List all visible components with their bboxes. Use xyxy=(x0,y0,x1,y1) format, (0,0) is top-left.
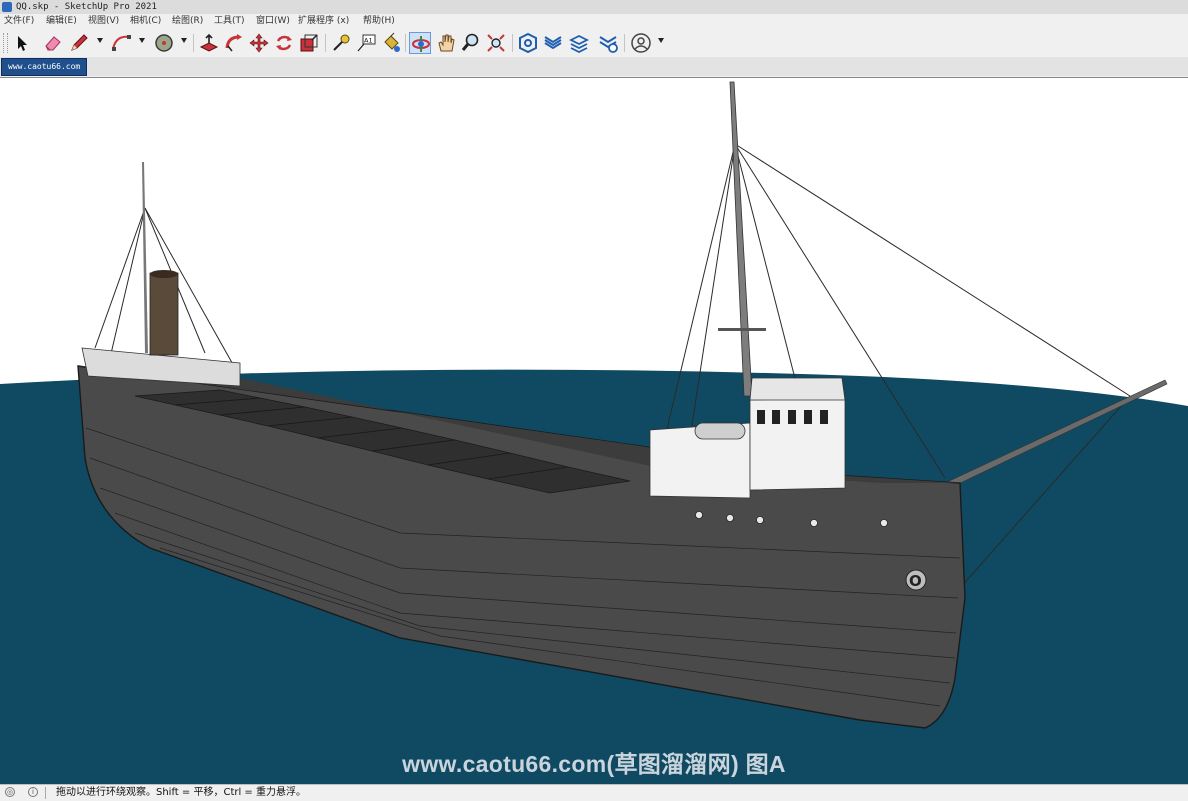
arc-tool-dropdown[interactable] xyxy=(139,38,145,43)
arrow-cursor-icon xyxy=(18,36,27,51)
tape-measure-icon xyxy=(333,34,350,51)
toolbar-separator xyxy=(405,34,406,52)
orbit-icon xyxy=(412,36,430,52)
text-tool[interactable]: A1 xyxy=(355,32,377,54)
status-bar: ◎ i 拖动以进行环绕观察。Shift = 平移，Ctrl = 重力悬浮。 xyxy=(0,784,1188,801)
arc-icon xyxy=(112,35,131,51)
eraser-tool[interactable] xyxy=(42,32,64,54)
account-tool[interactable] xyxy=(630,32,652,54)
pan-tool[interactable] xyxy=(435,32,457,54)
ship-model-scene: O xyxy=(0,81,1188,785)
zoom-extents-icon xyxy=(487,34,505,52)
layout-tool[interactable] xyxy=(568,32,590,54)
shape-tool-dropdown[interactable] xyxy=(181,38,187,43)
tape-measure-tool[interactable] xyxy=(330,32,352,54)
geo-location-icon[interactable]: ◎ xyxy=(5,787,15,797)
fore-mast xyxy=(729,81,753,397)
extension-manager-icon xyxy=(599,36,618,53)
hand-icon xyxy=(438,34,455,52)
menu-edit[interactable]: 编辑(E) xyxy=(46,14,77,29)
scene-tabs-bar: www.caotu66.com xyxy=(0,57,1188,76)
menu-camera[interactable]: 相机(C) xyxy=(130,14,161,29)
move-arrows-icon xyxy=(249,33,269,53)
menu-extensions[interactable]: 扩展程序 (x) xyxy=(298,14,349,29)
status-divider xyxy=(45,787,46,799)
warehouse-tool[interactable] xyxy=(517,32,539,54)
rotate-icon xyxy=(276,35,292,51)
zoom-extents-tool[interactable] xyxy=(485,32,507,54)
toolbar-separator xyxy=(512,34,513,52)
extension-warehouse-icon xyxy=(544,36,562,50)
scale-tool[interactable] xyxy=(298,32,320,54)
menu-help[interactable]: 帮助(H) xyxy=(363,14,395,29)
line-tool-dropdown[interactable] xyxy=(97,38,103,43)
arc-tool[interactable] xyxy=(110,32,132,54)
push-pull-icon xyxy=(199,33,219,52)
menu-bar: 文件(F) 编辑(E) 视图(V) 相机(C) 绘图(R) 工具(T) 窗口(W… xyxy=(0,14,1188,29)
sketchup-app-icon xyxy=(2,2,12,12)
toolbar-separator xyxy=(325,34,326,52)
eraser-icon xyxy=(45,36,61,51)
mast-yard xyxy=(718,328,766,331)
extension-manager-tool[interactable] xyxy=(597,32,619,54)
pencil-icon xyxy=(71,34,88,51)
move-tool[interactable] xyxy=(248,32,270,54)
circle-icon xyxy=(155,34,173,52)
select-tool[interactable] xyxy=(10,32,32,54)
3d-warehouse-icon xyxy=(519,32,537,54)
toolbar-separator xyxy=(624,34,625,52)
push-pull-tool[interactable] xyxy=(198,32,220,54)
shape-tool[interactable] xyxy=(153,32,175,54)
menu-draw[interactable]: 绘图(R) xyxy=(172,14,203,29)
orbit-tool[interactable] xyxy=(409,32,431,54)
smokestack-top xyxy=(150,270,178,278)
follow-me-icon xyxy=(225,34,242,52)
status-message: 拖动以进行环绕观察。Shift = 平移，Ctrl = 重力悬浮。 xyxy=(56,787,306,798)
zoom-tool[interactable] xyxy=(460,32,482,54)
line-tool[interactable] xyxy=(68,32,90,54)
toolbar-separator xyxy=(193,34,194,52)
title-bar: QQ.skp - SketchUp Pro 2021 xyxy=(0,0,1188,15)
main-toolbar: A1 xyxy=(0,29,1188,58)
scale-icon xyxy=(300,34,318,52)
user-account-icon xyxy=(631,33,651,53)
deck-tank xyxy=(694,422,746,440)
follow-me-tool[interactable] xyxy=(223,32,245,54)
text-tool-label: A1 xyxy=(364,37,373,45)
model-viewport[interactable]: O www.caotu66.com(草图溜溜网) 图A xyxy=(0,77,1188,785)
bow-emblem-letter: O xyxy=(909,572,922,590)
window-title: QQ.skp - SketchUp Pro 2021 xyxy=(16,2,157,12)
magnifier-icon xyxy=(461,33,479,51)
account-dropdown[interactable] xyxy=(658,38,664,43)
menu-file[interactable]: 文件(F) xyxy=(4,14,34,29)
menu-view[interactable]: 视图(V) xyxy=(88,14,119,29)
paint-bucket-icon xyxy=(384,32,400,52)
text-label-icon: A1 xyxy=(357,34,376,52)
paint-bucket-tool[interactable] xyxy=(380,32,402,54)
aft-mast xyxy=(142,162,148,353)
smokestack xyxy=(149,272,179,356)
info-icon[interactable]: i xyxy=(28,787,38,797)
rotate-tool[interactable] xyxy=(273,32,295,54)
extension-warehouse-tool[interactable] xyxy=(542,32,564,54)
layout-icon xyxy=(568,34,590,54)
menu-tools[interactable]: 工具(T) xyxy=(214,14,245,29)
wheelhouse-roof xyxy=(749,377,846,401)
menu-window[interactable]: 窗口(W) xyxy=(256,14,290,29)
scene-tab[interactable]: www.caotu66.com xyxy=(1,58,88,76)
toolbar-grip[interactable] xyxy=(3,33,8,53)
watermark-text: www.caotu66.com(草图溜溜网) 图A xyxy=(402,751,786,777)
